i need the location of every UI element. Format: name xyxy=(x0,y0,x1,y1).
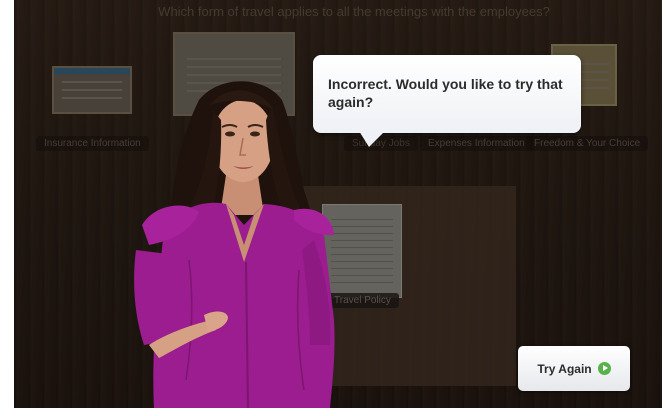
speech-bubble-tail xyxy=(359,131,385,147)
scenario-stage: Which form of travel applies to all the … xyxy=(14,0,662,408)
try-again-label: Try Again xyxy=(537,361,592,376)
arrow-right-circle-icon xyxy=(597,362,611,375)
feedback-message: Incorrect. Would you like to try that ag… xyxy=(328,76,563,110)
try-again-button[interactable]: Try Again xyxy=(518,346,630,391)
feedback-speech-bubble: Incorrect. Would you like to try that ag… xyxy=(313,55,581,147)
